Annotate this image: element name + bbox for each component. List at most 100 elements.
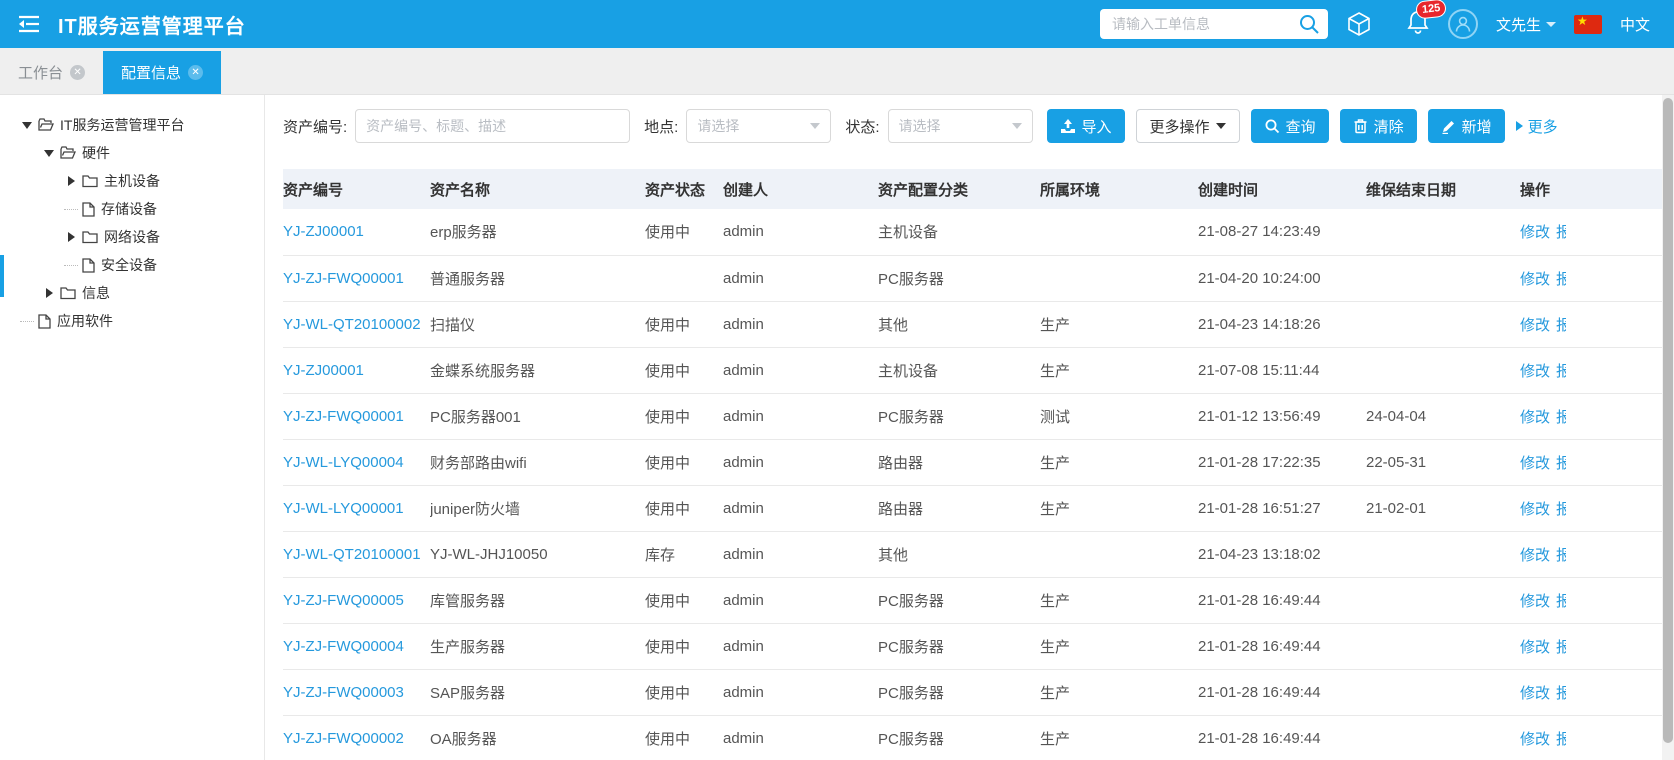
asset-id-link[interactable]: YJ-WL-LYQ00004: [283, 454, 404, 471]
tab-工作台[interactable]: 工作台✕: [0, 51, 103, 94]
table-cell: 使用中: [645, 347, 723, 393]
tree-item-label: 硬件: [82, 143, 110, 163]
caret-right-icon[interactable]: [64, 176, 78, 186]
notifications-bell[interactable]: 125: [1406, 9, 1430, 40]
asset-id-link[interactable]: YJ-WL-LYQ00001: [283, 500, 404, 517]
partial-action-link[interactable]: 报: [1556, 406, 1566, 427]
language-switch[interactable]: 中文: [1620, 14, 1650, 35]
asset-id-link[interactable]: YJ-ZJ-FWQ00001: [283, 408, 404, 425]
asset-id-link[interactable]: YJ-ZJ-FWQ00005: [283, 592, 404, 609]
table-cell: 22-05-31: [1366, 439, 1520, 485]
caret-right-icon[interactable]: [64, 232, 78, 242]
clear-button[interactable]: 清除: [1340, 109, 1417, 143]
asset-id-link[interactable]: YJ-ZJ00001: [283, 223, 364, 240]
location-select[interactable]: 请选择: [686, 109, 831, 143]
sidebar-accent-strip: [0, 255, 4, 297]
tree-item-应用软件[interactable]: 应用软件: [0, 307, 264, 335]
tree-item-信息[interactable]: 信息: [0, 279, 264, 307]
edit-link[interactable]: 修改: [1520, 455, 1550, 472]
add-button[interactable]: 新增: [1428, 109, 1505, 143]
more-link[interactable]: 更多: [1516, 116, 1558, 137]
vertical-scrollbar[interactable]: [1662, 95, 1674, 760]
tab-close-icon[interactable]: ✕: [188, 65, 203, 80]
work-order-search: [1100, 9, 1328, 39]
column-header: 操作: [1520, 169, 1662, 209]
edit-link[interactable]: 修改: [1520, 317, 1550, 334]
scrollbar-thumb[interactable]: [1663, 98, 1673, 743]
column-header: 资产状态: [645, 169, 723, 209]
chevron-right-icon: [1516, 121, 1523, 131]
status-select[interactable]: 请选择: [888, 109, 1033, 143]
query-button[interactable]: 查询: [1251, 109, 1329, 143]
edit-link[interactable]: 修改: [1520, 547, 1550, 564]
tree-item-主机设备[interactable]: 主机设备: [0, 167, 264, 195]
tree-item-存储设备[interactable]: 存储设备: [0, 195, 264, 223]
table-cell: 21-01-28 16:49:44: [1198, 715, 1366, 760]
edit-link[interactable]: 修改: [1520, 685, 1550, 702]
cube-icon[interactable]: [1346, 11, 1372, 37]
edit-link[interactable]: 修改: [1520, 593, 1550, 610]
user-menu[interactable]: 文先生: [1496, 14, 1556, 35]
table-cell: 21-04-20 10:24:00: [1198, 255, 1366, 301]
edit-link[interactable]: 修改: [1520, 639, 1550, 656]
table-cell: 生产: [1040, 669, 1198, 715]
partial-action-link[interactable]: 报: [1556, 498, 1566, 519]
caret-down-icon[interactable]: [42, 150, 56, 157]
edit-link[interactable]: 修改: [1520, 363, 1550, 380]
partial-action-link[interactable]: 报: [1556, 360, 1566, 381]
edit-link[interactable]: 修改: [1520, 409, 1550, 426]
table-cell: 路由器: [878, 439, 1040, 485]
asset-id-link[interactable]: YJ-ZJ00001: [283, 362, 364, 379]
partial-action-link[interactable]: 报: [1556, 728, 1566, 749]
asset-id-link[interactable]: YJ-ZJ-FWQ00003: [283, 684, 404, 701]
actions-cell: 修改报: [1520, 577, 1662, 623]
edit-link[interactable]: 修改: [1520, 501, 1550, 518]
tab-配置信息[interactable]: 配置信息✕: [103, 51, 221, 94]
partial-action-link[interactable]: 报: [1556, 682, 1566, 703]
table-cell: 生产: [1040, 623, 1198, 669]
tree-item-网络设备[interactable]: 网络设备: [0, 223, 264, 251]
table-cell: PC服务器: [878, 255, 1040, 301]
partial-action-link[interactable]: 报: [1556, 268, 1566, 289]
asset-id-link[interactable]: YJ-WL-QT20100001: [283, 546, 421, 563]
table-cell: 21-01-28 16:51:27: [1198, 485, 1366, 531]
asset-id-link[interactable]: YJ-ZJ-FWQ00002: [283, 730, 404, 747]
partial-action-link[interactable]: 报: [1556, 636, 1566, 657]
app-title: IT服务运营管理平台: [58, 10, 246, 39]
caret-right-icon[interactable]: [42, 288, 56, 298]
filter-row: 资产编号: 地点: 请选择 状态: 请选择 导入 更多操作 查询: [266, 95, 1662, 157]
table-cell: 使用中: [645, 301, 723, 347]
tree-item-硬件[interactable]: 硬件: [0, 139, 264, 167]
tab-close-icon[interactable]: ✕: [70, 65, 85, 80]
actions-cell: 修改报: [1520, 485, 1662, 531]
search-icon[interactable]: [1298, 13, 1320, 35]
partial-action-link[interactable]: 报: [1556, 314, 1566, 335]
tree-item-安全设备[interactable]: 安全设备: [0, 251, 264, 279]
table-cell: PC服务器: [878, 669, 1040, 715]
asset-id-cell: YJ-ZJ-FWQ00004: [283, 623, 430, 669]
tree-item-label: IT服务运营管理平台: [60, 115, 184, 135]
partial-action-link[interactable]: 报: [1556, 590, 1566, 611]
search-input[interactable]: [1100, 9, 1328, 39]
table-row: YJ-ZJ00001金蝶系统服务器使用中admin主机设备生产21-07-08 …: [283, 347, 1662, 393]
import-button[interactable]: 导入: [1047, 109, 1125, 143]
tree-item-IT服务运营管理平台[interactable]: IT服务运营管理平台: [0, 111, 264, 139]
asset-id-link[interactable]: YJ-ZJ-FWQ00001: [283, 270, 404, 287]
partial-action-link[interactable]: 报: [1556, 221, 1566, 242]
partial-action-link[interactable]: 报: [1556, 452, 1566, 473]
more-operations-button[interactable]: 更多操作: [1136, 109, 1240, 143]
edit-link[interactable]: 修改: [1520, 731, 1550, 748]
table-cell: 库存: [645, 531, 723, 577]
table-row: YJ-ZJ-FWQ00002OA服务器使用中adminPC服务器生产21-01-…: [283, 715, 1662, 760]
asset-id-link[interactable]: YJ-ZJ-FWQ00004: [283, 638, 404, 655]
avatar[interactable]: [1448, 9, 1478, 39]
caret-down-icon[interactable]: [20, 122, 34, 129]
edit-link[interactable]: 修改: [1520, 271, 1550, 288]
asset-no-input[interactable]: [355, 109, 630, 143]
edit-link[interactable]: 修改: [1520, 224, 1550, 241]
partial-action-link[interactable]: 报: [1556, 544, 1566, 565]
asset-id-cell: YJ-WL-LYQ00004: [283, 439, 430, 485]
sidebar-toggle-icon[interactable]: [18, 15, 40, 33]
actions-cell: 修改报: [1520, 715, 1662, 760]
asset-id-link[interactable]: YJ-WL-QT20100002: [283, 316, 421, 333]
